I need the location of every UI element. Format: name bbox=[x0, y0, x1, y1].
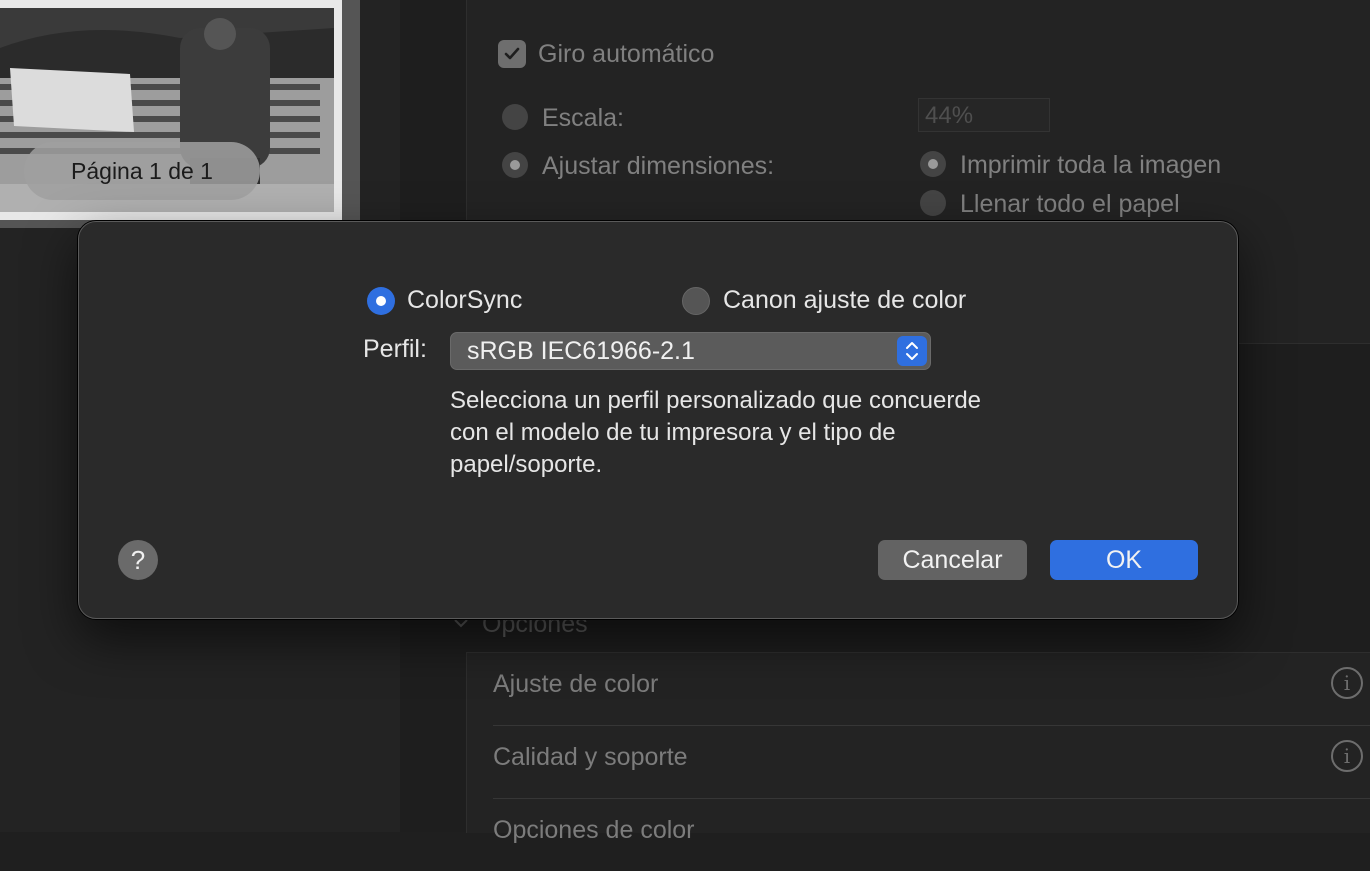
fit-radio[interactable] bbox=[502, 152, 528, 178]
print-entire-image-radio[interactable] bbox=[920, 151, 946, 177]
auto-rotate-checkbox[interactable] bbox=[498, 40, 526, 68]
profile-select-value: sRGB IEC61966-2.1 bbox=[467, 337, 695, 365]
checkmark-icon bbox=[504, 47, 520, 60]
profile-select[interactable]: sRGB IEC61966-2.1 bbox=[450, 332, 931, 370]
page-indicator: Página 1 de 1 bbox=[24, 142, 260, 200]
canon-color-label[interactable]: Canon ajuste de color bbox=[723, 286, 966, 315]
cancel-button[interactable]: Cancelar bbox=[878, 540, 1027, 580]
profile-label: Perfil: bbox=[363, 335, 427, 363]
list-item-label: Ajuste de color bbox=[493, 670, 659, 698]
profile-description: Selecciona un perfil personalizado que c… bbox=[450, 387, 982, 478]
scale-radio[interactable] bbox=[502, 104, 528, 130]
help-button[interactable]: ? bbox=[118, 540, 158, 580]
colorsync-radio[interactable] bbox=[367, 287, 395, 315]
list-item[interactable]: Calidad y soporte i bbox=[493, 726, 1370, 799]
ok-button[interactable]: OK bbox=[1050, 540, 1198, 580]
info-icon[interactable]: i bbox=[1331, 667, 1363, 699]
print-entire-image-label: Imprimir toda la imagen bbox=[960, 151, 1222, 179]
fit-label: Ajustar dimensiones: bbox=[542, 152, 775, 180]
options-list: Ajuste de color i Calidad y soporte i Op… bbox=[466, 652, 1370, 844]
fill-paper-radio[interactable] bbox=[920, 190, 946, 216]
list-item[interactable]: Opciones de color bbox=[493, 799, 1370, 871]
scale-label: Escala: bbox=[542, 104, 624, 132]
list-item-label: Opciones de color bbox=[493, 816, 695, 844]
print-preview: Página 1 de 1 bbox=[0, 0, 342, 220]
fill-paper-label: Llenar todo el papel bbox=[960, 190, 1180, 218]
info-icon[interactable]: i bbox=[1331, 740, 1363, 772]
canon-color-radio[interactable] bbox=[682, 287, 710, 315]
color-matching-dialog: ColorSync Canon ajuste de color Perfil: … bbox=[78, 221, 1238, 619]
scale-field[interactable]: 44% bbox=[918, 98, 1050, 132]
colorsync-label[interactable]: ColorSync bbox=[407, 286, 522, 315]
list-item[interactable]: Ajuste de color i bbox=[493, 653, 1370, 726]
preview-border bbox=[342, 0, 360, 228]
list-item-label: Calidad y soporte bbox=[493, 743, 688, 771]
auto-rotate-label: Giro automático bbox=[538, 40, 715, 68]
up-down-arrows-icon[interactable] bbox=[897, 336, 927, 366]
